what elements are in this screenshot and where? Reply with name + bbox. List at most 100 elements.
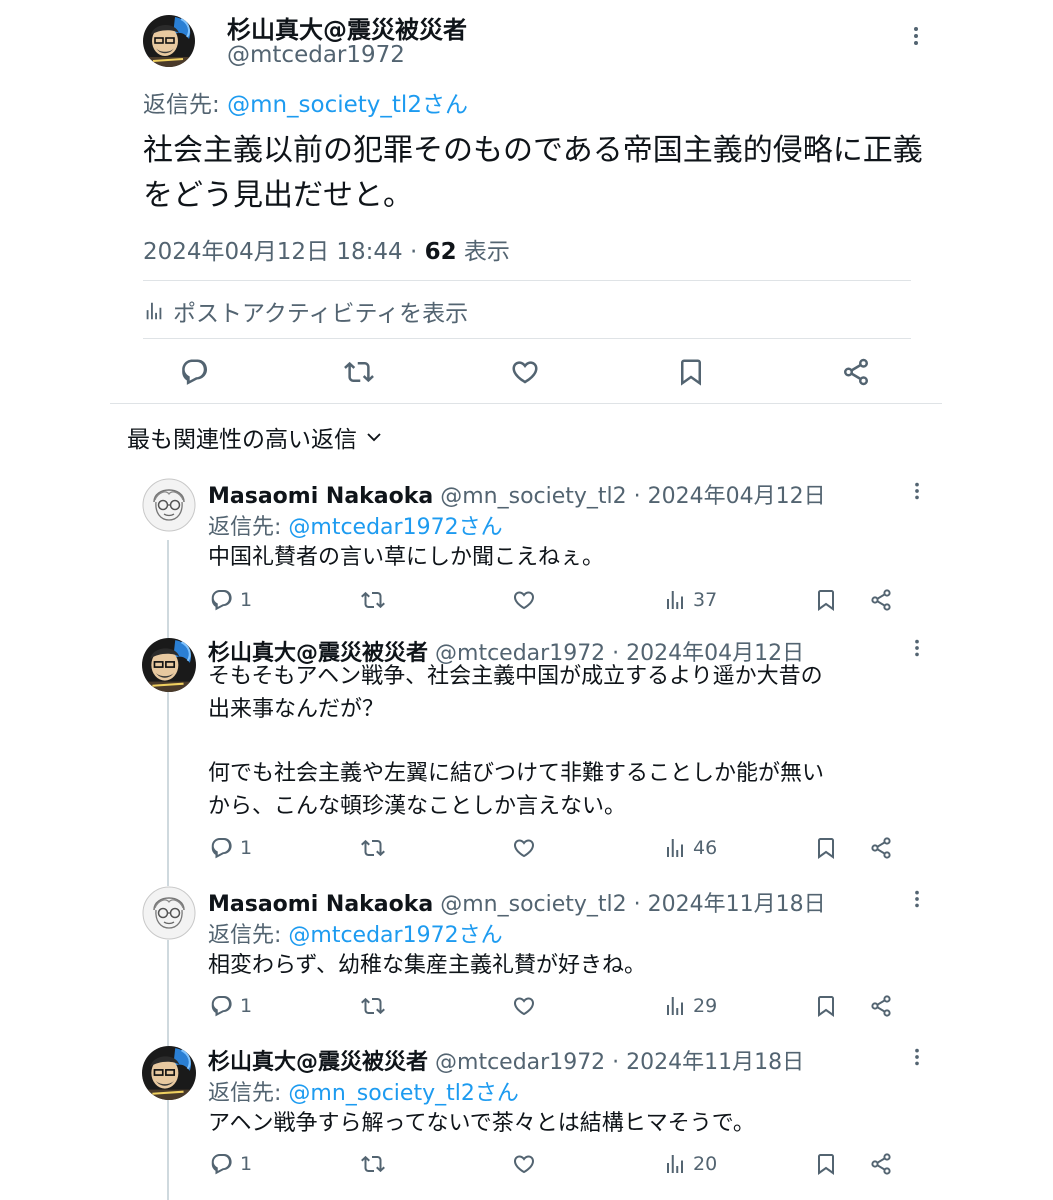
- reply-to-link[interactable]: @mtcedar1972さん: [288, 515, 502, 540]
- views-count: 29: [693, 995, 718, 1017]
- bookmark-button[interactable]: [814, 1152, 838, 1176]
- reply-to-prefix: 返信先:: [143, 92, 228, 118]
- divider: [110, 403, 942, 404]
- reply-button[interactable]: 1: [210, 994, 252, 1018]
- reply-date[interactable]: 2024年11月18日: [648, 892, 826, 917]
- bar-chart-icon: [143, 300, 165, 322]
- reply-author-handle[interactable]: @mn_society_tl2: [440, 892, 626, 917]
- divider: [143, 338, 911, 339]
- views-button[interactable]: 37: [663, 588, 717, 612]
- share-icon: [869, 1152, 893, 1176]
- reply-icon[interactable]: [180, 357, 210, 387]
- repost-button[interactable]: [361, 836, 385, 860]
- bookmark-icon: [814, 994, 838, 1018]
- like-button[interactable]: [512, 994, 536, 1018]
- reply-author-handle[interactable]: @mtcedar1972: [435, 1050, 605, 1075]
- author-handle[interactable]: @mtcedar1972: [227, 42, 405, 68]
- reply-to-link[interactable]: @mn_society_tl2さん: [227, 92, 468, 118]
- reply-icon: [210, 1152, 234, 1176]
- reply-author-name[interactable]: 杉山真大@震災被災者: [208, 1050, 428, 1075]
- reply-avatar[interactable]: [142, 886, 196, 940]
- reply-to-prefix: 返信先:: [208, 923, 289, 948]
- more-options-icon[interactable]: [907, 480, 927, 502]
- views-button[interactable]: 29: [663, 994, 717, 1018]
- reply-avatar[interactable]: [142, 638, 196, 692]
- views-icon: [663, 1152, 687, 1176]
- reply-to-line: 返信先: @mn_society_tl2さん: [208, 1075, 519, 1107]
- reply-date[interactable]: 2024年11月18日: [626, 1050, 804, 1075]
- reply-header: Masaomi Nakaoka @mn_society_tl2 · 2024年0…: [208, 484, 826, 509]
- repost-button[interactable]: [361, 1152, 385, 1176]
- repost-icon: [361, 1152, 385, 1176]
- repost-button[interactable]: [361, 994, 385, 1018]
- reply-button[interactable]: 1: [210, 836, 252, 860]
- like-icon: [512, 836, 536, 860]
- like-icon: [512, 1152, 536, 1176]
- reply-to-line: 返信先: @mtcedar1972さん: [208, 509, 503, 541]
- more-options-icon[interactable]: [907, 637, 927, 659]
- share-icon: [869, 836, 893, 860]
- repost-icon: [361, 994, 385, 1018]
- reply-sort-dropdown[interactable]: 最も関連性の高い返信: [127, 420, 383, 454]
- like-icon[interactable]: [510, 357, 540, 387]
- like-button[interactable]: [512, 836, 536, 860]
- like-icon: [512, 994, 536, 1018]
- repost-icon: [361, 836, 385, 860]
- repost-icon: [361, 588, 385, 612]
- reply-text: 中国礼賛者の言い草にしか聞こえねぇ。: [208, 545, 605, 570]
- reply-header: Masaomi Nakaoka @mn_society_tl2 · 2024年1…: [208, 892, 826, 917]
- views-button[interactable]: 46: [663, 836, 717, 860]
- reply-author-name[interactable]: Masaomi Nakaoka: [208, 484, 433, 509]
- like-button[interactable]: [512, 588, 536, 612]
- more-options-icon[interactable]: [907, 888, 927, 910]
- bookmark-button[interactable]: [814, 994, 838, 1018]
- reply-avatar[interactable]: [142, 1046, 196, 1100]
- reply-text-line: そもそもアヘン戦争、社会主義中国が成立するより遥か大昔の: [208, 664, 823, 689]
- reply-text: 相変わらず、幼稚な集産主義礼賛が好きね。: [208, 953, 647, 978]
- reply-icon: [210, 836, 234, 860]
- share-button[interactable]: [869, 1152, 893, 1176]
- reply-button[interactable]: 1: [210, 588, 252, 612]
- reply-icon: [210, 994, 234, 1018]
- views-label: 表示: [456, 239, 510, 265]
- reply-to-line: 返信先: @mtcedar1972さん: [208, 917, 503, 949]
- bookmark-icon[interactable]: [676, 357, 706, 387]
- views-count: 20: [693, 1153, 718, 1175]
- reply-to-link[interactable]: @mtcedar1972さん: [288, 923, 502, 948]
- reply-text-line: から、こんな頓珍漢なことしか言えない。: [208, 794, 627, 819]
- post-activity-label: ポストアクティビティを表示: [173, 301, 469, 327]
- author-avatar[interactable]: [143, 15, 195, 67]
- share-icon: [869, 994, 893, 1018]
- more-options-icon[interactable]: [907, 1046, 927, 1068]
- reply-actions: 1 29: [0, 994, 1053, 1024]
- reply-avatar[interactable]: [142, 478, 196, 532]
- reply-text: そもそもアヘン戦争、社会主義中国が成立するより遥か大昔の 出来事なんだが？ 何で…: [208, 660, 908, 823]
- bookmark-icon: [814, 836, 838, 860]
- repost-button[interactable]: [361, 588, 385, 612]
- reply-to-link[interactable]: @mn_society_tl2さん: [288, 1081, 518, 1106]
- share-button[interactable]: [869, 994, 893, 1018]
- share-icon[interactable]: [841, 357, 871, 387]
- reply-date[interactable]: 2024年04月12日: [648, 484, 826, 509]
- bookmark-icon: [814, 1152, 838, 1176]
- tweet-timestamp[interactable]: 2024年04月12日 18:44: [143, 239, 403, 265]
- like-button[interactable]: [512, 1152, 536, 1176]
- reply-to-prefix: 返信先:: [208, 1081, 289, 1106]
- bookmark-button[interactable]: [814, 588, 838, 612]
- author-name[interactable]: 杉山真大@震災被災者: [227, 10, 467, 45]
- reply-button[interactable]: 1: [210, 1152, 252, 1176]
- views-button[interactable]: 20: [663, 1152, 717, 1176]
- post-activity-link[interactable]: ポストアクティビティを表示: [143, 294, 468, 328]
- repost-icon[interactable]: [344, 357, 374, 387]
- more-options-icon[interactable]: [905, 24, 927, 48]
- bookmark-button[interactable]: [814, 836, 838, 860]
- meta-separator: ·: [402, 239, 425, 265]
- share-button[interactable]: [869, 836, 893, 860]
- reply-author-name[interactable]: Masaomi Nakaoka: [208, 892, 433, 917]
- reply-to-prefix: 返信先:: [208, 515, 289, 540]
- share-button[interactable]: [869, 588, 893, 612]
- tweet-meta: 2024年04月12日 18:44 · 62 表示: [143, 232, 510, 266]
- reply-count: 1: [240, 995, 253, 1017]
- reply-author-handle[interactable]: @mn_society_tl2: [440, 484, 626, 509]
